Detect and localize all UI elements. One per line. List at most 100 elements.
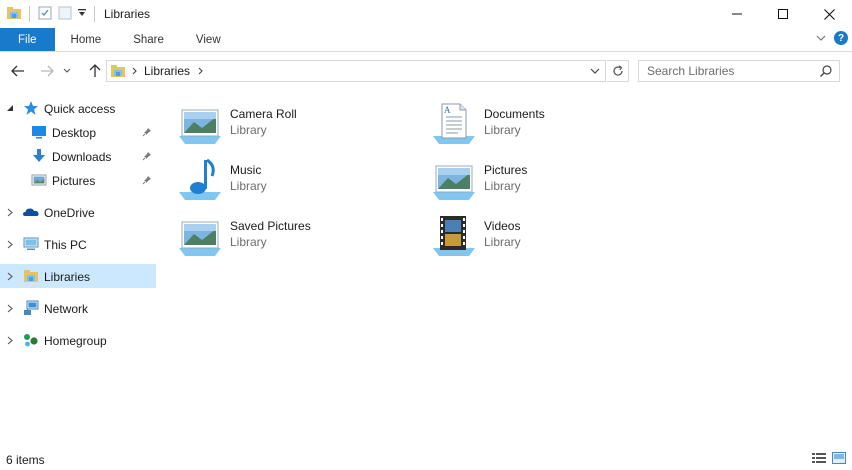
- large-icons-view-icon: [832, 452, 846, 464]
- search-icon[interactable]: [819, 64, 833, 81]
- help-icon[interactable]: ?: [834, 31, 848, 45]
- new-folder-icon[interactable]: [57, 5, 73, 24]
- toolbar-divider: [29, 6, 30, 22]
- star-icon: [22, 99, 40, 117]
- chevron-down-icon: [63, 68, 71, 73]
- toolbar-divider: [94, 6, 95, 22]
- minimize-icon: [732, 13, 742, 15]
- sidebar-item-label: Pictures: [52, 174, 96, 188]
- pin-icon[interactable]: [142, 150, 152, 164]
- address-history-dropdown[interactable]: [585, 61, 605, 81]
- computer-icon: [22, 235, 40, 253]
- item-count: 6 items: [6, 453, 45, 467]
- chevron-right-icon[interactable]: [5, 238, 15, 250]
- chevron-down-icon[interactable]: [5, 102, 15, 114]
- libraries-folder-icon: [22, 267, 40, 285]
- status-bar: 6 items: [0, 450, 852, 470]
- sidebar-item-label: Downloads: [52, 150, 112, 164]
- window-title: Libraries: [104, 7, 151, 21]
- tab-home[interactable]: Home: [55, 28, 118, 51]
- large-icons-view-button[interactable]: [832, 452, 846, 467]
- library-item-saved-pictures[interactable]: Saved Pictures Library: [176, 212, 416, 262]
- arrow-left-icon: [11, 65, 24, 77]
- forward-button[interactable]: [36, 60, 58, 82]
- address-bar[interactable]: Libraries: [106, 60, 606, 82]
- customize-toolbar-dropdown-icon[interactable]: [77, 7, 87, 21]
- navigation-bar: Libraries: [0, 56, 852, 86]
- breadcrumb-libraries[interactable]: Libraries: [144, 64, 190, 78]
- sidebar-item-label: OneDrive: [44, 206, 95, 220]
- library-item-pictures[interactable]: Pictures Library: [430, 156, 670, 206]
- chevron-right-icon[interactable]: [5, 302, 15, 314]
- library-name: Saved Pictures: [230, 219, 311, 233]
- minimize-button[interactable]: [714, 0, 760, 28]
- videos-library-icon: [430, 212, 478, 260]
- ribbon-right-controls: ?: [816, 31, 848, 45]
- library-name: Videos: [484, 219, 521, 233]
- pin-icon[interactable]: [142, 174, 152, 188]
- picture-library-icon: [430, 156, 478, 204]
- tab-file[interactable]: File: [0, 28, 55, 51]
- pictures-icon: [30, 171, 48, 189]
- sidebar-item-downloads[interactable]: Downloads: [0, 144, 156, 168]
- details-view-button[interactable]: [812, 452, 826, 467]
- sidebar-item-label: Desktop: [52, 126, 97, 140]
- sidebar-item-onedrive[interactable]: OneDrive: [0, 200, 156, 224]
- sidebar-item-label: Homegroup: [44, 334, 107, 348]
- library-item-documents[interactable]: A Documents Library: [430, 100, 670, 150]
- chevron-right-icon[interactable]: [5, 334, 15, 346]
- maximize-button[interactable]: [760, 0, 806, 28]
- back-button[interactable]: [7, 60, 29, 82]
- sidebar-item-libraries[interactable]: Libraries: [0, 264, 156, 288]
- arrow-right-icon: [41, 65, 54, 77]
- search-input[interactable]: [639, 64, 809, 78]
- title-bar: Libraries: [0, 0, 852, 28]
- library-item-music[interactable]: Music Library: [176, 156, 416, 206]
- homegroup-icon: [22, 331, 40, 349]
- details-view-icon: [812, 453, 826, 463]
- downloads-icon: [30, 147, 48, 165]
- library-item-videos[interactable]: Videos Library: [430, 212, 670, 262]
- close-icon: [823, 8, 835, 20]
- sidebar-item-pictures[interactable]: Pictures: [0, 168, 156, 192]
- sidebar-item-label: Network: [44, 302, 89, 316]
- chevron-right-icon[interactable]: [5, 206, 15, 218]
- sidebar-item-this-pc[interactable]: This PC: [0, 232, 156, 256]
- library-name: Documents: [484, 107, 545, 121]
- tab-view[interactable]: View: [180, 28, 237, 51]
- tab-share[interactable]: Share: [117, 28, 180, 51]
- library-name: Music: [230, 163, 262, 177]
- quick-access-toolbar: [0, 5, 98, 24]
- libraries-folder-icon: [6, 5, 22, 24]
- sidebar-item-quick-access[interactable]: Quick access: [0, 96, 156, 120]
- recent-locations-button[interactable]: [60, 60, 74, 82]
- properties-icon[interactable]: [37, 5, 53, 24]
- breadcrumb-separator-icon[interactable]: [132, 67, 138, 75]
- view-toggle: [812, 452, 846, 467]
- library-type: Library: [230, 179, 267, 193]
- breadcrumb-separator-icon[interactable]: [198, 67, 204, 75]
- refresh-button[interactable]: [607, 60, 629, 82]
- address-bar-controls: [585, 61, 605, 81]
- pin-icon[interactable]: [142, 126, 152, 140]
- close-button[interactable]: [806, 0, 852, 28]
- library-name: Pictures: [484, 163, 528, 177]
- sidebar-item-homegroup[interactable]: Homegroup: [0, 328, 156, 352]
- picture-library-icon: [176, 100, 224, 148]
- expand-ribbon-button[interactable]: [816, 31, 826, 45]
- library-type: Library: [230, 123, 267, 137]
- up-button[interactable]: [84, 60, 106, 82]
- library-type: Library: [484, 179, 521, 193]
- music-library-icon: [176, 156, 224, 204]
- sidebar-item-desktop[interactable]: Desktop: [0, 120, 156, 144]
- search-box[interactable]: [638, 60, 840, 82]
- sidebar-item-network[interactable]: Network: [0, 296, 156, 320]
- chevron-right-icon[interactable]: [5, 270, 15, 282]
- arrow-up-icon: [89, 64, 101, 77]
- library-item-camera-roll[interactable]: Camera Roll Library: [176, 100, 416, 150]
- library-type: Library: [484, 123, 521, 137]
